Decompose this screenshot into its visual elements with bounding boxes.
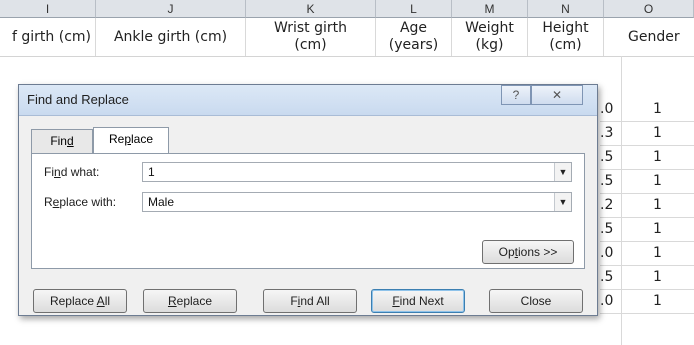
close-button[interactable]: Close [489,289,583,313]
column-header-L[interactable]: L [376,0,452,18]
replace-all-button[interactable]: Replace All [33,289,127,313]
cell-gender[interactable]: 1 [621,194,694,216]
cell-gender[interactable]: 1 [621,98,694,120]
find-replace-dialog: Find and Replace ? ✕ Find Replace Find w… [18,84,598,316]
label-text: Fi [44,165,54,179]
cell-gender[interactable]: 1 [621,146,694,168]
column-header-K[interactable]: K [246,0,376,18]
column-header-O[interactable]: O [604,0,694,18]
header-cell-I[interactable]: f girth (cm) [0,18,96,56]
button-accel: F [392,294,400,308]
button-text: F [290,294,298,308]
cell-height[interactable]: .5 [600,218,621,240]
label-text: d what: [60,165,100,179]
dialog-title: Find and Replace [27,92,129,107]
cell-height[interactable]: .5 [600,266,621,288]
cell-height[interactable]: .0 [600,242,621,264]
header-cell-K[interactable]: Wrist girth (cm) [246,18,376,56]
replace-button[interactable]: Replace [143,289,237,313]
find-what-value: 1 [148,165,155,179]
chevron-down-icon[interactable]: ▼ [554,163,571,181]
chevron-down-icon[interactable]: ▼ [554,193,571,211]
tab-label: lace [131,132,154,146]
button-accel: A [96,294,105,308]
header-cell-N[interactable]: Height (cm) [528,18,604,56]
header-cell-O[interactable]: Gender [604,18,694,56]
cell-height[interactable]: .5 [600,170,621,192]
header-line: Wrist girth [274,20,347,36]
header-cell-L[interactable]: Age (years) [376,18,452,56]
header-cell-M[interactable]: Weight (kg) [452,18,528,56]
tab-label-accel: p [124,132,131,146]
tab-replace[interactable]: Replace [93,127,169,153]
dialog-titlebar[interactable]: Find and Replace ? ✕ [19,85,597,116]
find-next-button[interactable]: Find Next [371,289,465,313]
cell-gender[interactable]: 1 [621,122,694,144]
options-button[interactable]: Options >> [482,240,574,264]
header-line: Age [399,20,428,36]
cell-height[interactable]: .5 [600,146,621,168]
help-button[interactable]: ? [501,85,531,105]
label-accel: n [54,165,61,179]
find-all-button[interactable]: Find All [263,289,357,313]
label-text: place with: [59,195,117,209]
header-line: (cm) [549,37,582,53]
label-text: R [44,195,53,209]
tab-label-accel: d [66,134,74,148]
cell-gender[interactable]: 1 [621,242,694,264]
cell-height[interactable]: .2 [600,194,621,216]
header-line: Height [542,20,589,36]
cell-height[interactable]: .3 [600,122,621,144]
cell-gender[interactable]: 1 [621,266,694,288]
button-text: ll [104,294,111,308]
cell-gender[interactable]: 1 [621,218,694,240]
header-line: (cm) [294,37,327,53]
button-text: eplace [176,294,213,308]
close-window-button[interactable]: ✕ [531,85,583,105]
replace-panel: Find what: 1 ▼ Replace with: Male ▼ Opti… [31,153,585,269]
button-text: nd All [300,294,330,308]
column-header-M[interactable]: M [452,0,528,18]
button-text: Replace [49,294,97,308]
replace-with-label: Replace with: [44,195,116,209]
header-line: (kg) [475,37,504,53]
button-accel: R [167,294,177,308]
button-text: ions >> [517,245,558,259]
header-cell-J[interactable]: Ankle girth (cm) [96,18,246,56]
button-text: ind Next [399,294,444,308]
column-header-N[interactable]: N [528,0,604,18]
find-what-combobox[interactable]: 1 ▼ [142,162,572,182]
find-what-label: Find what: [44,165,99,179]
cell-height[interactable]: .0 [600,98,621,120]
header-line: (years) [388,37,439,53]
cell-gender[interactable]: 1 [621,170,694,192]
button-text: Op [498,245,515,259]
tab-label: Fin [50,134,67,148]
tab-label: Re [108,132,125,146]
header-line: Weight [465,20,514,36]
column-header-J[interactable]: J [96,0,246,18]
replace-with-combobox[interactable]: Male ▼ [142,192,572,212]
cell-height[interactable]: .0 [600,290,621,312]
tab-find[interactable]: Find [31,129,93,153]
column-header-I[interactable]: I [0,0,96,18]
cell-gender[interactable]: 1 [621,290,694,312]
replace-with-value: Male [148,195,175,209]
